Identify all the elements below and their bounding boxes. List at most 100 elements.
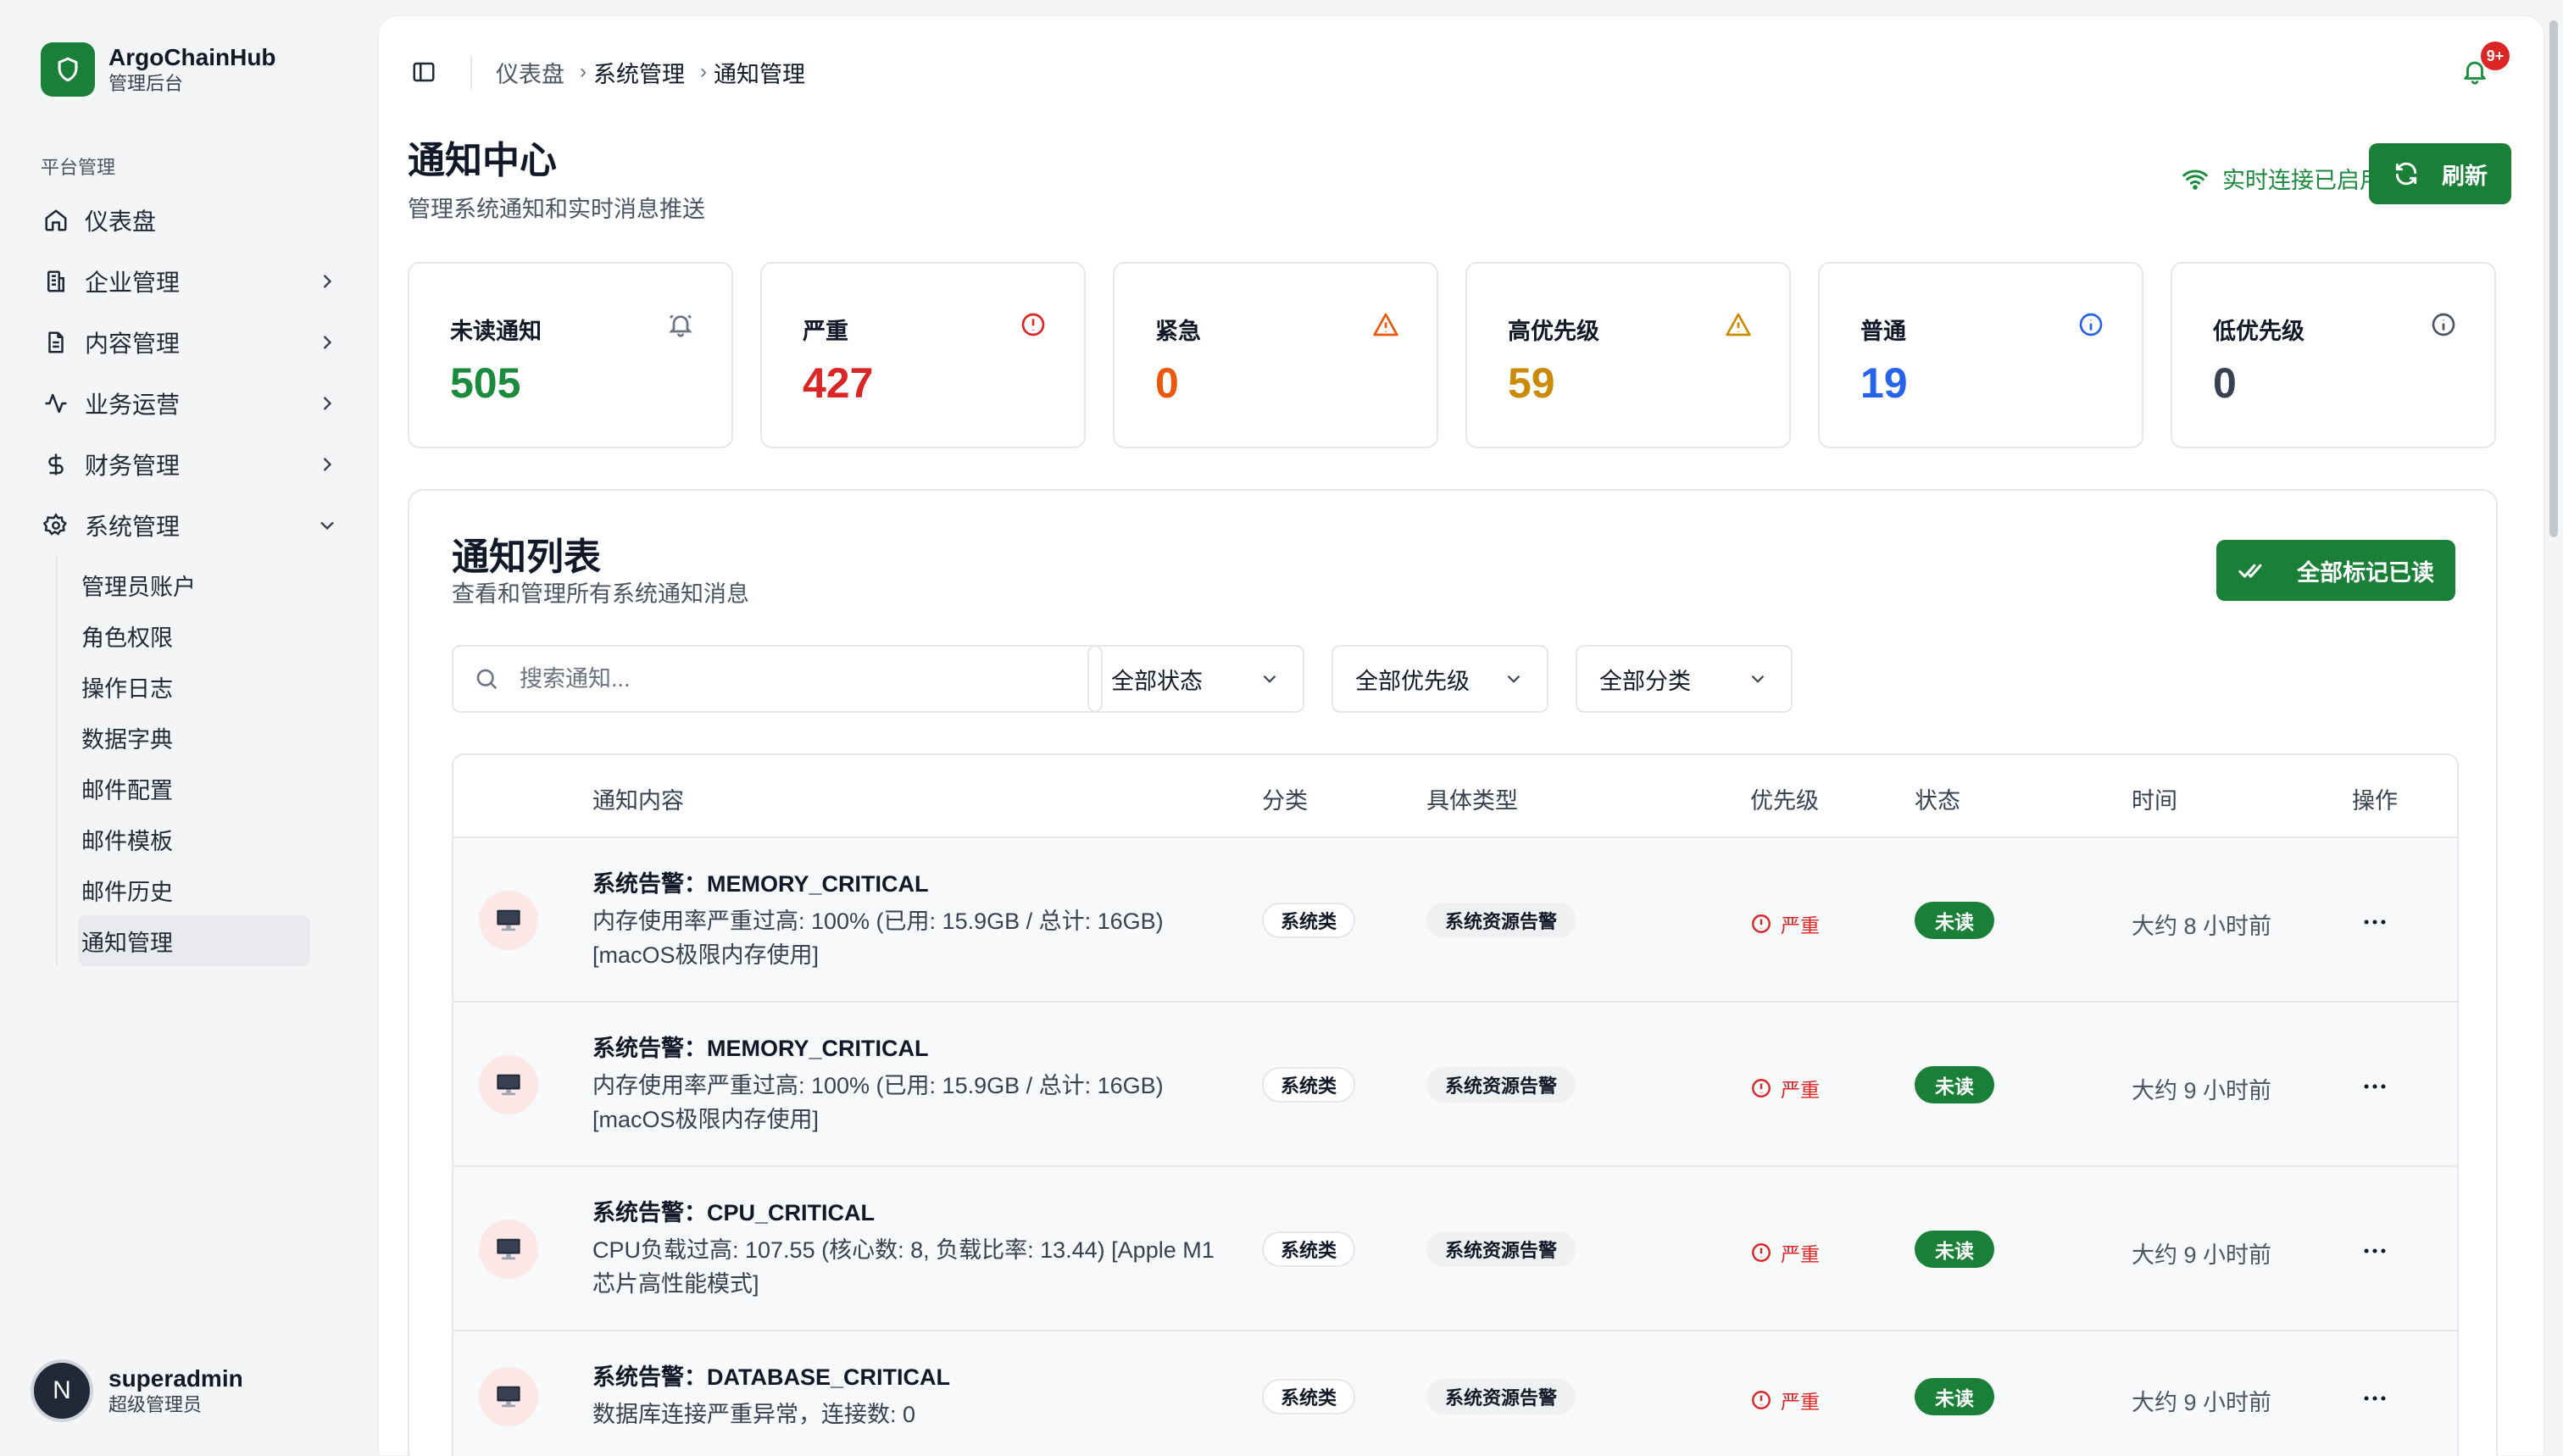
priority-label: 严重 <box>1781 1391 1820 1413</box>
sidebar-item-content[interactable]: 内容管理 <box>27 312 353 373</box>
table-row[interactable]: 系统告警：MEMORY_CRITICAL 内存使用率严重过高: 100% (已用… <box>453 1003 2457 1167</box>
table-row[interactable]: 系统告警：MEMORY_CRITICAL 内存使用率严重过高: 100% (已用… <box>453 838 2457 1003</box>
page-scrollbar[interactable] <box>2548 15 2560 1456</box>
refresh-button-label: 刷新 <box>2442 163 2488 189</box>
alert-circle-icon <box>1752 1079 1771 1098</box>
stat-card-normal: 普通 19 <box>1818 262 2143 448</box>
sidebar-item-dashboard[interactable]: 仪表盘 <box>27 190 353 251</box>
notification-list-card: 通知列表 查看和管理所有系统通知消息 全部标记已读 全部状态 全部优先级 全部分… <box>408 489 2498 1456</box>
sidebar-item-operations[interactable]: 业务运营 <box>27 373 353 434</box>
stat-card-unread: 未读通知 505 <box>408 262 733 448</box>
stat-card-low: 低优先级 0 <box>2171 262 2496 448</box>
status-filter-select[interactable]: 全部状态 <box>1087 645 1304 713</box>
page-title: 通知中心 <box>408 140 557 181</box>
subnav-item-admin-accounts[interactable]: 管理员账户 <box>81 559 310 610</box>
notification-bell-button[interactable]: 9+ <box>2460 42 2510 86</box>
stat-label: 未读通知 <box>450 319 542 344</box>
breadcrumb-dashboard[interactable]: 仪表盘 <box>496 56 564 89</box>
sidebar-item-system[interactable]: 系统管理 <box>27 495 353 556</box>
type-badge: 系统资源告警 <box>1426 903 1576 938</box>
monitor-icon <box>479 1220 538 1279</box>
breadcrumb-current: 通知管理 <box>714 61 805 87</box>
main-panel: 仪表盘 › 系统管理 › 通知管理 9+ 通知中心 管理系统通知和实时消息推送 … <box>378 15 2544 1456</box>
chevron-right-icon <box>323 458 332 471</box>
column-header-status: 状态 <box>1915 788 1960 814</box>
subnav-item-mail-templates[interactable]: 邮件模板 <box>81 814 310 864</box>
realtime-status-text: 实时连接已启用 <box>2222 168 2382 193</box>
category-filter-value: 全部分类 <box>1599 668 1691 694</box>
stat-label: 普通 <box>1860 319 1906 344</box>
notification-title: 系统告警：MEMORY_CRITICAL <box>592 871 929 897</box>
sidebar-item-label: 业务运营 <box>85 392 181 418</box>
subnav-item-label: 操作日志 <box>81 675 173 702</box>
breadcrumb-system[interactable]: 系统管理 <box>593 56 685 89</box>
category-badge: 系统类 <box>1262 1231 1356 1267</box>
stat-card-high: 高优先级 59 <box>1465 262 1791 448</box>
double-check-icon <box>2238 564 2262 578</box>
status-badge: 未读 <box>1915 1066 1994 1103</box>
brand[interactable]: ArgoChainHub 管理后台 <box>41 42 276 97</box>
sidebar-item-finance[interactable]: 财务管理 <box>27 434 353 495</box>
status-filter-value: 全部状态 <box>1111 668 1203 694</box>
mark-all-read-label: 全部标记已读 <box>2297 559 2434 586</box>
column-header-time: 时间 <box>2132 788 2177 814</box>
priority-filter-select[interactable]: 全部优先级 <box>1332 645 1548 713</box>
stat-value: 0 <box>2213 359 2237 407</box>
table-row[interactable]: 系统告警：CPU_CRITICAL CPU负载过高: 107.55 (核心数: … <box>453 1167 2457 1331</box>
category-badge: 系统类 <box>1262 903 1356 938</box>
more-actions-icon[interactable] <box>2360 1384 2389 1413</box>
stat-value: 59 <box>1508 359 1555 407</box>
chevron-right-icon: › <box>700 60 707 83</box>
sidebar-item-label: 仪表盘 <box>85 208 157 235</box>
notification-table: 通知内容 分类 具体类型 优先级 状态 时间 操作 系统告警：MEMORY_CR… <box>452 753 2459 1456</box>
refresh-icon <box>2395 162 2417 186</box>
breadcrumb: 仪表盘 › 系统管理 › 通知管理 <box>470 55 805 89</box>
stat-value: 0 <box>1155 359 1179 407</box>
subnav-item-mail-config[interactable]: 邮件配置 <box>81 763 310 814</box>
chevron-down-icon <box>1751 675 1765 683</box>
chevron-right-icon <box>323 397 332 410</box>
category-filter-select[interactable]: 全部分类 <box>1576 645 1793 713</box>
more-actions-icon[interactable] <box>2360 1072 2389 1101</box>
priority-indicator: 严重 <box>1750 1074 1820 1103</box>
scrollbar-thumb[interactable] <box>2549 20 2558 537</box>
column-header-priority: 优先级 <box>1750 788 1819 814</box>
subnav-item-operation-logs[interactable]: 操作日志 <box>81 661 310 712</box>
stat-label: 紧急 <box>1155 319 1201 344</box>
chevron-right-icon: › <box>580 60 587 83</box>
more-actions-icon[interactable] <box>2360 1236 2389 1265</box>
alert-circle-icon <box>1752 914 1771 933</box>
alert-circle-icon <box>1752 1243 1771 1262</box>
subnav-item-dictionary[interactable]: 数据字典 <box>81 712 310 763</box>
notification-time: 大约 8 小时前 <box>2132 914 2272 939</box>
user-profile[interactable]: N superadmin 超级管理员 <box>31 1359 243 1422</box>
subnav-item-mail-history[interactable]: 邮件历史 <box>81 864 310 915</box>
search-input[interactable] <box>520 665 1079 692</box>
subnav-item-label: 通知管理 <box>81 930 173 956</box>
table-row[interactable]: 系统告警：DATABASE_CRITICAL 数据库连接严重异常，连接数: 0 … <box>453 1331 2457 1456</box>
mark-all-read-button[interactable]: 全部标记已读 <box>2216 540 2455 601</box>
activity-icon <box>41 388 71 419</box>
subnav-item-label: 邮件模板 <box>81 828 173 854</box>
notification-title: 系统告警：DATABASE_CRITICAL <box>592 1364 950 1390</box>
subnav-item-roles[interactable]: 角色权限 <box>81 610 310 661</box>
more-actions-icon[interactable] <box>2360 908 2389 936</box>
sidebar-toggle-icon[interactable] <box>411 59 436 85</box>
sidebar-section-label: 平台管理 <box>41 157 116 178</box>
sidebar-item-label: 财务管理 <box>85 453 181 479</box>
priority-indicator: 严重 <box>1750 1238 1820 1267</box>
bell-icon <box>667 311 694 338</box>
brand-subtitle: 管理后台 <box>108 73 184 94</box>
stat-label: 低优先级 <box>2213 319 2304 344</box>
column-header-actions: 操作 <box>2352 788 2398 814</box>
subnav-item-notifications[interactable]: 通知管理 <box>78 915 310 966</box>
info-icon <box>2430 311 2457 338</box>
search-icon <box>476 669 498 690</box>
stat-label: 高优先级 <box>1508 319 1599 344</box>
notification-badge: 9+ <box>2481 42 2510 70</box>
monitor-icon <box>479 1367 538 1426</box>
breadcrumb-divider <box>470 55 472 89</box>
refresh-button[interactable]: 刷新 <box>2369 143 2511 204</box>
info-icon <box>2077 311 2104 338</box>
sidebar-item-enterprise[interactable]: 企业管理 <box>27 251 353 312</box>
